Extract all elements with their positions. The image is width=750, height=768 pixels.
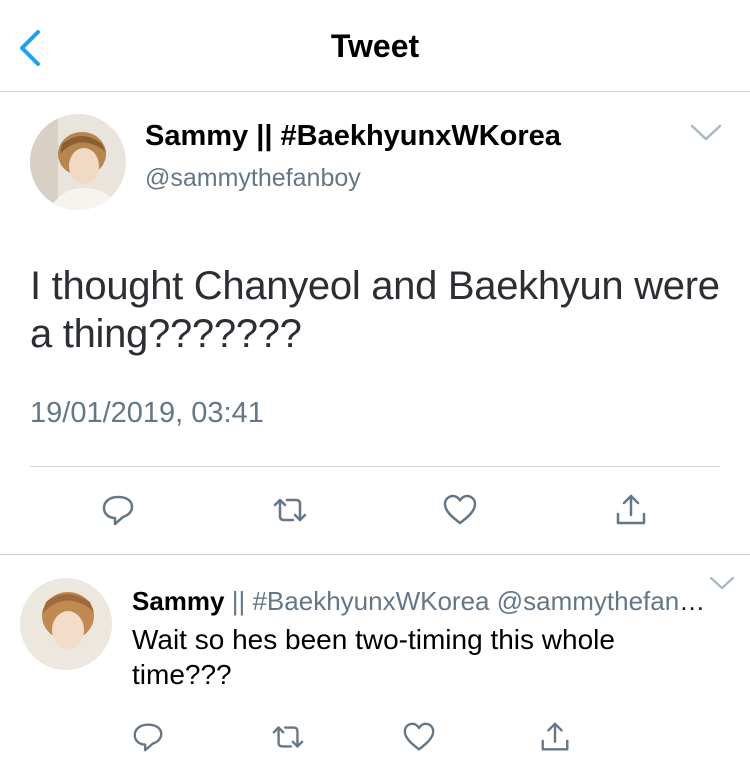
share-icon[interactable]: [538, 720, 572, 754]
divider: [30, 466, 720, 467]
reply-text: Wait so hes been two-timing this whole t…: [132, 624, 615, 690]
display-name[interactable]: Sammy: [132, 586, 225, 616]
chevron-down-icon[interactable]: [689, 122, 723, 144]
reply-meta: || #BaekhyunxWKorea @sammythefanb...: [231, 586, 712, 616]
reply-icon[interactable]: [100, 492, 136, 528]
reply-icon[interactable]: [131, 720, 165, 754]
like-icon[interactable]: [402, 720, 436, 754]
like-icon[interactable]: [442, 492, 478, 528]
display-name[interactable]: Sammy || #BaekhyunxWKorea: [145, 120, 561, 153]
retweet-icon[interactable]: [271, 720, 305, 754]
page-title: Tweet: [330, 28, 420, 64]
reply-header: Sammy || #BaekhyunxWKorea @sammythefanb.…: [132, 586, 712, 617]
navigation-bar: Tweet: [0, 0, 750, 92]
share-icon[interactable]: [613, 492, 649, 528]
user-handle[interactable]: @sammythefanboy: [145, 164, 361, 193]
main-tweet: Sammy || #BaekhyunxWKorea @sammythefanbo…: [0, 92, 750, 555]
reply-tweet[interactable]: Sammy || #BaekhyunxWKorea @sammythefanb.…: [0, 556, 750, 768]
avatar[interactable]: [20, 578, 112, 670]
chevron-down-icon[interactable]: [708, 574, 736, 592]
retweet-icon[interactable]: [272, 492, 308, 528]
tweet-text: I thought Chanyeol and Baekhyun were a t…: [30, 264, 720, 356]
tweet-timestamp: 19/01/2019, 03:41: [30, 397, 264, 429]
avatar[interactable]: [30, 114, 126, 210]
